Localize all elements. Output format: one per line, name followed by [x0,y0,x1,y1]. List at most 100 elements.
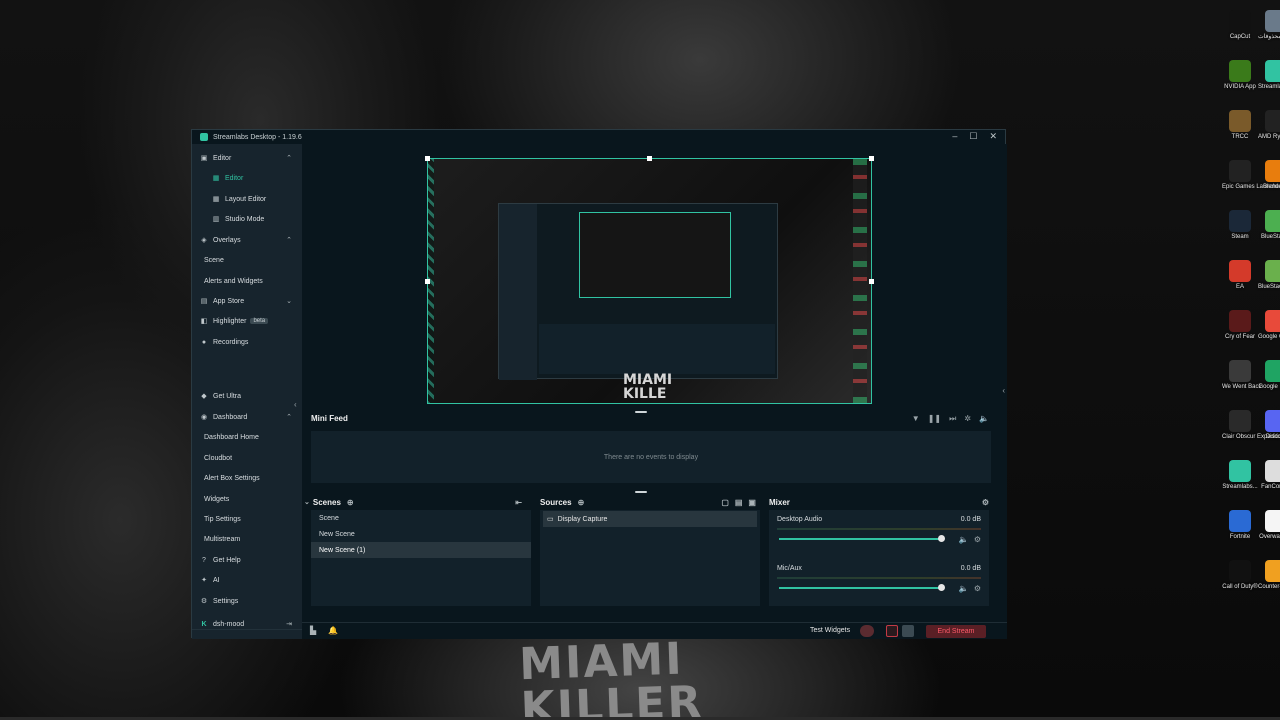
ai-sparkle-icon: ✦ [201,577,207,584]
desktop-icon[interactable]: BlueStacks [1258,210,1280,241]
scene-transition-icon[interactable]: ⇤ [515,498,522,507]
minifeed-title: Mini Feed [311,414,348,423]
mixer-header: Mixer ⚙ [769,496,989,508]
desktop-icon[interactable]: Cry of Fear [1222,310,1258,341]
volume-slider-knob[interactable] [937,584,945,591]
volume-slider-knob[interactable] [937,535,945,542]
sidebar-item-layout-editor[interactable]: ▦ Layout Editor [212,192,296,206]
performance-icon[interactable]: ▙ [310,626,316,635]
sidebar-item-cloudbot[interactable]: Cloudbot [204,451,296,465]
sidebar-item-studio-mode[interactable]: ▥ Studio Mode [212,212,296,226]
sidebar-item-alert-box-settings[interactable]: Alert Box Settings [204,471,296,485]
settings-icon[interactable]: ✲ [964,414,971,424]
maximize-icon[interactable]: ☐ [969,131,977,142]
desktop-icon[interactable]: AMD Ryzen Master [1258,110,1280,141]
add-source-icon[interactable]: ⊕ [578,498,585,507]
collapse-right-icon[interactable]: ‹ [1002,386,1005,395]
desktop-icon[interactable]: Fortnite [1222,510,1258,541]
resize-grip[interactable] [635,491,647,493]
sidebar-item-app-store[interactable]: ▤ App Store ⌄ [200,294,296,308]
minimize-icon[interactable]: – [952,131,957,142]
filter-icon[interactable]: ▼ [912,414,920,424]
desktop-icon[interactable]: Discord [1258,410,1280,441]
resize-handle[interactable] [869,156,874,161]
desktop-icon[interactable]: NVIDIA App [1222,60,1258,91]
resize-handle[interactable] [425,156,430,161]
source-tools-icon[interactable]: ▢▤▣ [721,498,762,507]
resize-grip[interactable] [635,411,647,413]
sidebar-item-scene[interactable]: Scene [204,253,296,267]
notification-bell-icon[interactable]: 🔔 [328,626,338,635]
sidebar-item-overlays[interactable]: ◈ Overlays ⌃ [200,233,296,247]
desktop-icon[interactable]: Google Chrome [1258,310,1280,341]
desktop-icon[interactable]: Epic Games Launcher [1222,160,1280,191]
sidebar-item-editor[interactable]: ▣ Editor ⌃ [200,151,296,165]
sidebar-item-multistream[interactable]: Multistream [204,532,296,546]
sidebar-item-recordings[interactable]: ● Recordings [200,335,296,349]
add-scene-icon[interactable]: ⊕ [347,498,354,507]
desktop-icon[interactable]: Overwatch 2 [1258,510,1280,541]
replay-buffer-button[interactable] [902,625,914,637]
resize-handle[interactable] [869,279,874,284]
sidebar-item-alerts-widgets[interactable]: Alerts and Widgets [204,274,296,288]
end-stream-button[interactable]: End Stream [926,625,986,638]
stop-record-button[interactable] [886,625,898,637]
channel-settings-icon[interactable]: ⚙ [974,535,981,544]
speaker-icon[interactable]: 🔈 [959,535,969,544]
sidebar-item-highlighter[interactable]: ◧ Highlighter beta [200,314,296,328]
resize-handle[interactable] [425,279,430,284]
desktop-icon[interactable]: CapCut [1222,10,1258,41]
scene-item[interactable]: New Scene [311,526,531,542]
desktop-icon[interactable]: Clair Obscur Expedition 33 [1222,410,1280,441]
desktop-icon[interactable]: Streamlabs Desktop [1258,60,1280,91]
channel-level: 0.0 dB [960,565,981,572]
test-widgets-button[interactable]: Test Widgets [810,627,850,634]
chevron-down-icon[interactable]: ⌄ [304,498,310,506]
sidebar-item-get-help[interactable]: ? Get Help [200,553,296,567]
volume-slider[interactable] [779,584,945,591]
close-icon[interactable]: ✕ [989,131,997,142]
sidebar-item-tip-settings[interactable]: Tip Settings [204,512,296,526]
sidebar-item-get-ultra[interactable]: ◆ Get Ultra [200,389,296,403]
channel-settings-icon[interactable]: ⚙ [974,584,981,593]
record-toggle-button[interactable] [860,625,874,637]
desktop-icon[interactable]: Steam [1222,210,1258,241]
desktop-icon[interactable]: BlueStacks Multi-Inst [1258,260,1280,291]
source-item[interactable]: ▭ Display Capture [543,511,757,527]
scene-item[interactable]: Scene [311,510,531,526]
sidebar-item-settings[interactable]: ⚙ Settings [200,594,296,608]
desktop-icon[interactable]: Counter-Strike 2 [1258,560,1280,591]
scene-item[interactable]: New Scene (1) [311,542,531,558]
store-icon: ▤ [200,298,208,305]
desktop-icon[interactable]: TRCC [1222,110,1258,141]
mixer-title: Mixer [769,497,790,507]
volume-slider[interactable] [779,535,945,542]
skip-icon[interactable]: ⏭ [949,414,956,424]
resize-handle[interactable] [647,156,652,161]
desktop-icon[interactable]: Blender 4 [1258,160,1280,191]
stream-preview[interactable]: MIAMI KILLE [427,158,872,404]
sidebar-item-dashboard-home[interactable]: Dashboard Home [204,430,296,444]
sidebar-item-dashboard[interactable]: ◉ Dashboard ⌃ [200,410,296,424]
desktop-icon[interactable]: Streamlabs... [1222,460,1258,491]
desktop-icon[interactable]: EA [1222,260,1258,291]
volume-icon[interactable]: 🔈 [979,414,989,424]
volume-meter [777,577,981,579]
speaker-icon[interactable]: 🔈 [959,584,969,593]
titlebar[interactable]: Streamlabs Desktop - 1.19.6 [192,130,1005,144]
sidebar-item-label: Get Help [213,556,241,564]
desktop-icon[interactable]: We Went Back [1222,360,1261,391]
user-profile[interactable]: K dsh-mood ⇥ [200,617,296,631]
sidebar-item-editor-sub[interactable]: ▦ Editor [212,171,296,185]
desktop-icon[interactable]: FanControl [1258,460,1280,491]
sidebar-item-ai[interactable]: ✦ AI [200,573,296,587]
desktop-icon[interactable]: سلة المحذوفات [1258,10,1280,41]
sidebar-item-widgets[interactable]: Widgets [204,492,296,506]
logout-icon[interactable]: ⇥ [286,620,292,628]
mixer-settings-icon[interactable]: ⚙ [982,498,989,507]
sidebar-item-label: Studio Mode [225,215,265,223]
desktop-icon[interactable]: Google Drive [1258,360,1280,391]
desktop-icon[interactable]: Call of Duty® [1222,560,1258,591]
pause-icon[interactable]: ❚❚ [928,414,941,424]
desktop-icon-label: Blender 4 [1263,184,1280,190]
